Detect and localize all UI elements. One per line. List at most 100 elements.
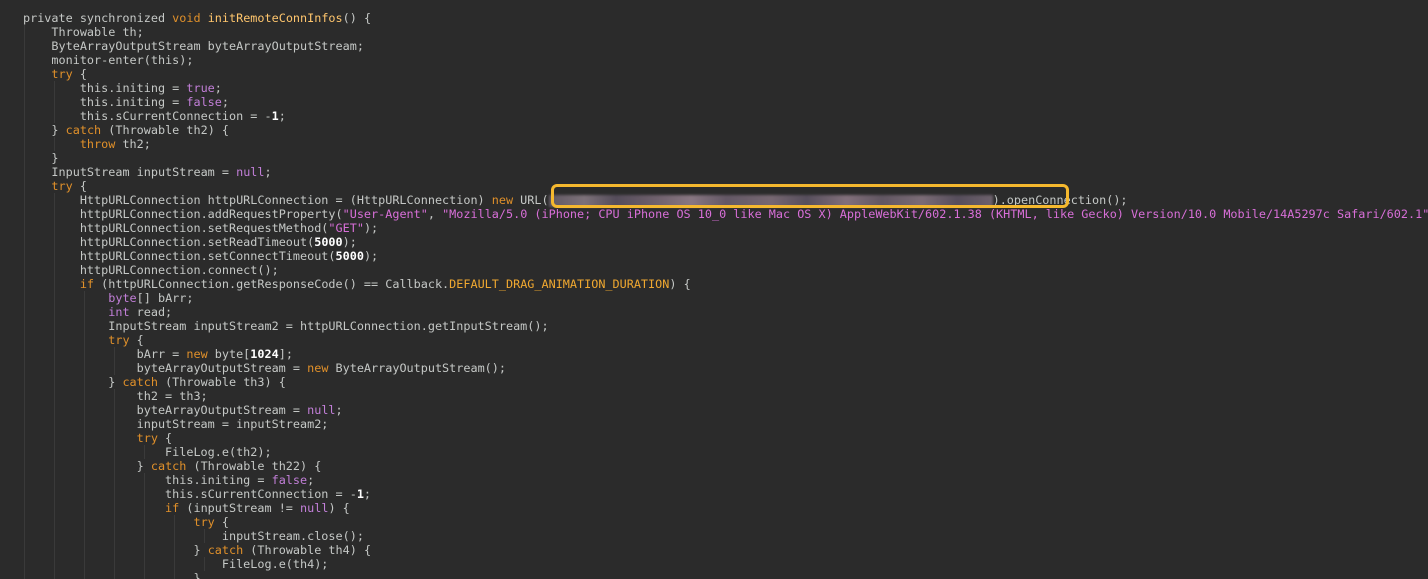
indent-guide (114, 529, 115, 543)
indent-guide (24, 543, 25, 557)
indent-guide (114, 487, 115, 501)
indent-guide (24, 235, 25, 249)
code-token: Throwable th; (51, 25, 144, 39)
indent-guide (204, 557, 205, 571)
code-line: } catch (Throwable th4) { (23, 543, 1428, 557)
indent-guide (24, 165, 25, 179)
indent-guide (24, 39, 25, 53)
indent-guide (24, 445, 25, 459)
code-line: this.initing = false; (23, 473, 1428, 487)
indent-guide (54, 403, 55, 417)
indent-guide (24, 515, 25, 529)
code-token: ; (264, 165, 272, 179)
indent-guide (144, 501, 145, 515)
code-token: { (72, 179, 87, 193)
code-token: ) { (669, 277, 691, 291)
indent-guide (24, 137, 25, 151)
code-view[interactable]: private synchronized void initRemoteConn… (23, 11, 1428, 579)
indent-guide (54, 109, 55, 123)
code-token: null (307, 403, 336, 417)
code-token: byte (108, 291, 137, 305)
code-token: try (51, 67, 73, 81)
code-token: throw (79, 137, 116, 151)
code-token: new (307, 361, 329, 375)
indent-guide (24, 571, 25, 579)
url-highlight-box (551, 184, 1069, 208)
code-token: (Throwable th22) { (186, 459, 322, 473)
code-token: byteArrayOutputStream = (136, 361, 308, 375)
indent-guide (84, 501, 85, 515)
indent-guide (24, 319, 25, 333)
code-line: this.sCurrentConnection = -1; (23, 487, 1428, 501)
code-line: try { (23, 333, 1428, 347)
code-line: int read; (23, 305, 1428, 319)
indent-guide (84, 487, 85, 501)
indent-guide (24, 81, 25, 95)
indent-guide (54, 473, 55, 487)
indent-guide (24, 375, 25, 389)
code-token: ); (363, 249, 379, 263)
indent-guide (84, 543, 85, 557)
code-token: [] bArr; (136, 291, 194, 305)
indent-guide (84, 403, 85, 417)
code-token: httpURLConnection.connect(); (79, 263, 279, 277)
indent-guide (24, 277, 25, 291)
indent-guide (114, 515, 115, 529)
code-token: httpURLConnection.setRequestMethod( (79, 221, 329, 235)
code-line: if (httpURLConnection.getResponseCode() … (23, 277, 1428, 291)
indent-guide (84, 445, 85, 459)
code-token: if (165, 501, 180, 515)
indent-guide (54, 571, 55, 579)
indent-guide (54, 501, 55, 515)
indent-guide (54, 263, 55, 277)
indent-guide (84, 473, 85, 487)
code-token: 5000 (335, 249, 364, 263)
indent-guide (24, 361, 25, 375)
code-editor[interactable]: private synchronized void initRemoteConn… (0, 0, 1428, 579)
indent-guide (84, 515, 85, 529)
code-token: ]; (278, 347, 293, 361)
indent-guide (84, 347, 85, 361)
indent-guide (24, 403, 25, 417)
code-line: } catch (Throwable th2) { (23, 123, 1428, 137)
indent-guide (24, 347, 25, 361)
code-token: ); (342, 235, 357, 249)
code-token: { (72, 67, 87, 81)
code-line: } catch (Throwable th3) { (23, 375, 1428, 389)
indent-guide (54, 235, 55, 249)
indent-guide (84, 375, 85, 389)
code-line: byteArrayOutputStream = null; (23, 403, 1428, 417)
code-token: void (172, 11, 201, 25)
indent-guide (114, 473, 115, 487)
code-token: ) { (328, 501, 350, 515)
indent-guide (54, 207, 55, 221)
indent-guide (114, 389, 115, 403)
code-token: byte[ (207, 347, 251, 361)
code-token: InputStream inputStream2 = httpURLConnec… (108, 319, 549, 333)
indent-guide (114, 459, 115, 473)
code-token: this.sCurrentConnection = - (165, 487, 357, 501)
code-token: (Throwable th4) { (243, 543, 372, 557)
indent-guide (54, 95, 55, 109)
code-token: false (271, 473, 308, 487)
code-token: catch (150, 459, 187, 473)
code-token: byteArrayOutputStream = (136, 403, 308, 417)
code-token: try (108, 333, 130, 347)
code-line: bArr = new byte[1024]; (23, 347, 1428, 361)
indent-guide (114, 543, 115, 557)
indent-guide (24, 67, 25, 81)
code-line: httpURLConnection.setConnectTimeout(5000… (23, 249, 1428, 263)
indent-guide (24, 389, 25, 403)
code-token: ; (335, 403, 343, 417)
code-token: 1024 (250, 347, 279, 361)
code-token: { (129, 333, 144, 347)
indent-guide (114, 445, 115, 459)
indent-guide (54, 529, 55, 543)
